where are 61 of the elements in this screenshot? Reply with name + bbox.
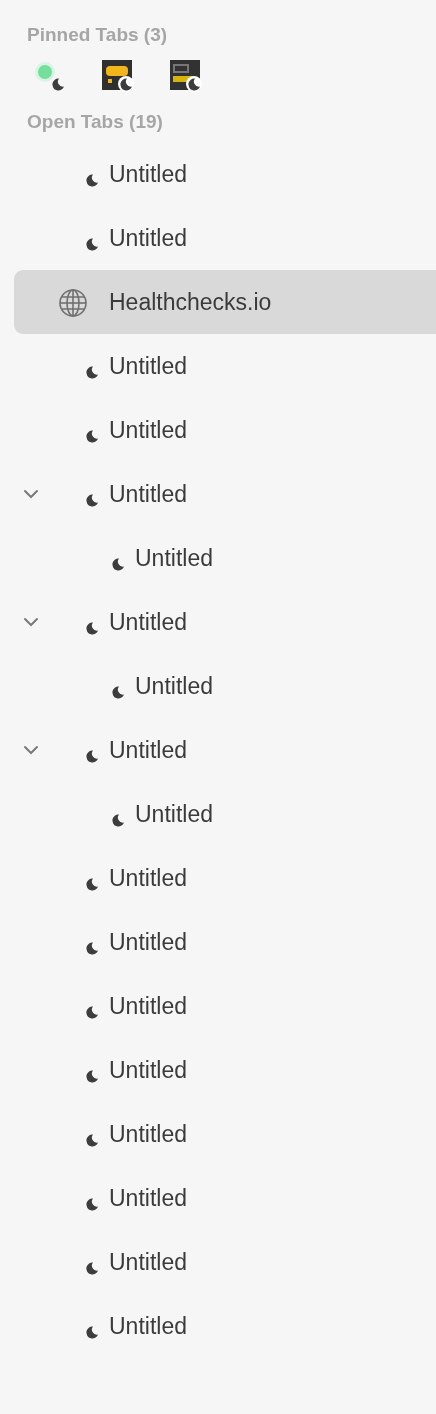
tab-row[interactable]: Untitled [14,782,436,846]
tab-title: Healthchecks.io [109,290,272,314]
tab-title: Untitled [109,482,187,506]
tab-row[interactable]: Untitled [14,334,436,398]
tab-row[interactable]: Untitled [14,718,436,782]
tab-row[interactable]: Untitled [14,1038,436,1102]
tab-title: Untitled [109,418,187,442]
section-heading: Open Tabs (19) [27,112,164,131]
tab-title: Untitled [109,610,187,634]
tab-title: Untitled [135,674,213,698]
tab-row[interactable]: Untitled [14,142,436,206]
moon-icon [110,812,126,828]
moon-icon [84,940,100,956]
moon-icon [84,620,100,636]
pinned-tab[interactable] [100,58,134,92]
tab-title: Untitled [109,354,187,378]
moon-icon [84,364,100,380]
moon-icon [84,1196,100,1212]
tab-title: Untitled [109,994,187,1018]
moon-icon [110,684,126,700]
tab-row[interactable]: Untitled [14,462,436,526]
moon-icon [84,492,100,508]
section-heading: Pinned Tabs (3) [27,25,169,44]
tab-title: Untitled [109,866,187,890]
moon-icon [84,748,100,764]
tab-row[interactable]: Untitled [14,206,436,270]
tab-row[interactable]: Untitled [14,1166,436,1230]
moon-icon [84,428,100,444]
tab-title: Untitled [109,1186,187,1210]
tab-row[interactable]: Untitled [14,1102,436,1166]
tab-title: Untitled [109,162,187,186]
tab-title: Untitled [109,1314,187,1338]
moon-icon [84,172,100,188]
tab-row[interactable]: Untitled [14,526,436,590]
tab-title: Untitled [109,738,187,762]
tab-title: Untitled [109,930,187,954]
tab-row[interactable]: Untitled [14,910,436,974]
tab-row[interactable]: Untitled [14,1294,436,1358]
moon-icon [84,1004,100,1020]
moon-icon [84,1068,100,1084]
moon-icon [110,556,126,572]
tab-row[interactable]: Untitled [14,654,436,718]
moon-icon [84,876,100,892]
tab-row[interactable]: Untitled [14,590,436,654]
moon-icon [84,1260,100,1276]
tab-title: Untitled [135,802,213,826]
globe-icon [58,287,88,318]
tab-row[interactable]: Untitled [14,1230,436,1294]
tab-row[interactable]: Untitled [14,974,436,1038]
moon-icon [84,1324,100,1340]
tab-title: Untitled [135,546,213,570]
tab-row[interactable]: Untitled [14,846,436,910]
tab-row[interactable]: Healthchecks.io [14,270,436,334]
tab-row[interactable]: Untitled [14,398,436,462]
pinned-tab[interactable] [168,58,202,92]
moon-icon [84,1132,100,1148]
tab-title: Untitled [109,1250,187,1274]
tab-title: Untitled [109,1058,187,1082]
tab-title: Untitled [109,226,187,250]
tab-title: Untitled [109,1122,187,1146]
moon-icon [84,236,100,252]
